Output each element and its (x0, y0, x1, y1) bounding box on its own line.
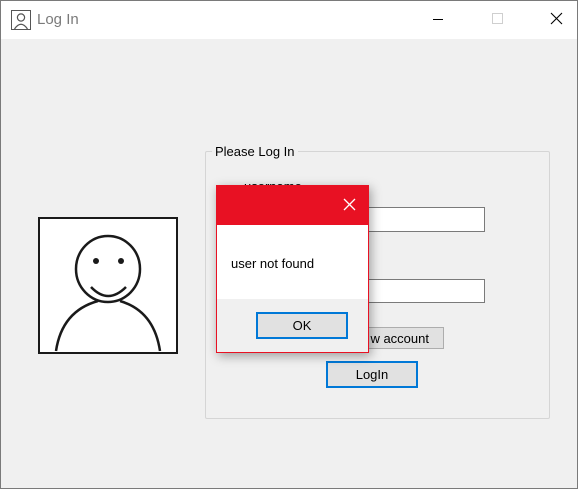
close-button[interactable] (533, 1, 578, 39)
window-title: Log In (37, 11, 79, 28)
title-bar[interactable]: Log In (1, 1, 577, 39)
ok-button-label: OK (292, 318, 312, 333)
message-box-close-button[interactable] (330, 186, 368, 225)
ok-button[interactable]: OK (256, 312, 348, 339)
maximize-icon (492, 12, 504, 28)
message-text: user not found (231, 256, 315, 271)
minimize-icon (432, 13, 444, 28)
groupbox-title: Please Log In (212, 144, 298, 159)
new-account-label: w account (370, 330, 429, 346)
user-icon (11, 10, 31, 30)
close-icon (343, 198, 356, 214)
message-box-header (217, 186, 368, 225)
password-input[interactable] (362, 279, 485, 303)
message-box: user not found OK (216, 185, 369, 353)
login-button-label: LogIn (355, 367, 389, 382)
smiley-person-drawing (54, 234, 162, 352)
maximize-button[interactable] (475, 1, 521, 39)
close-icon (550, 12, 563, 28)
minimize-button[interactable] (415, 1, 461, 39)
avatar-picture (38, 217, 178, 354)
username-input[interactable] (362, 207, 485, 232)
login-button[interactable]: LogIn (326, 361, 418, 388)
